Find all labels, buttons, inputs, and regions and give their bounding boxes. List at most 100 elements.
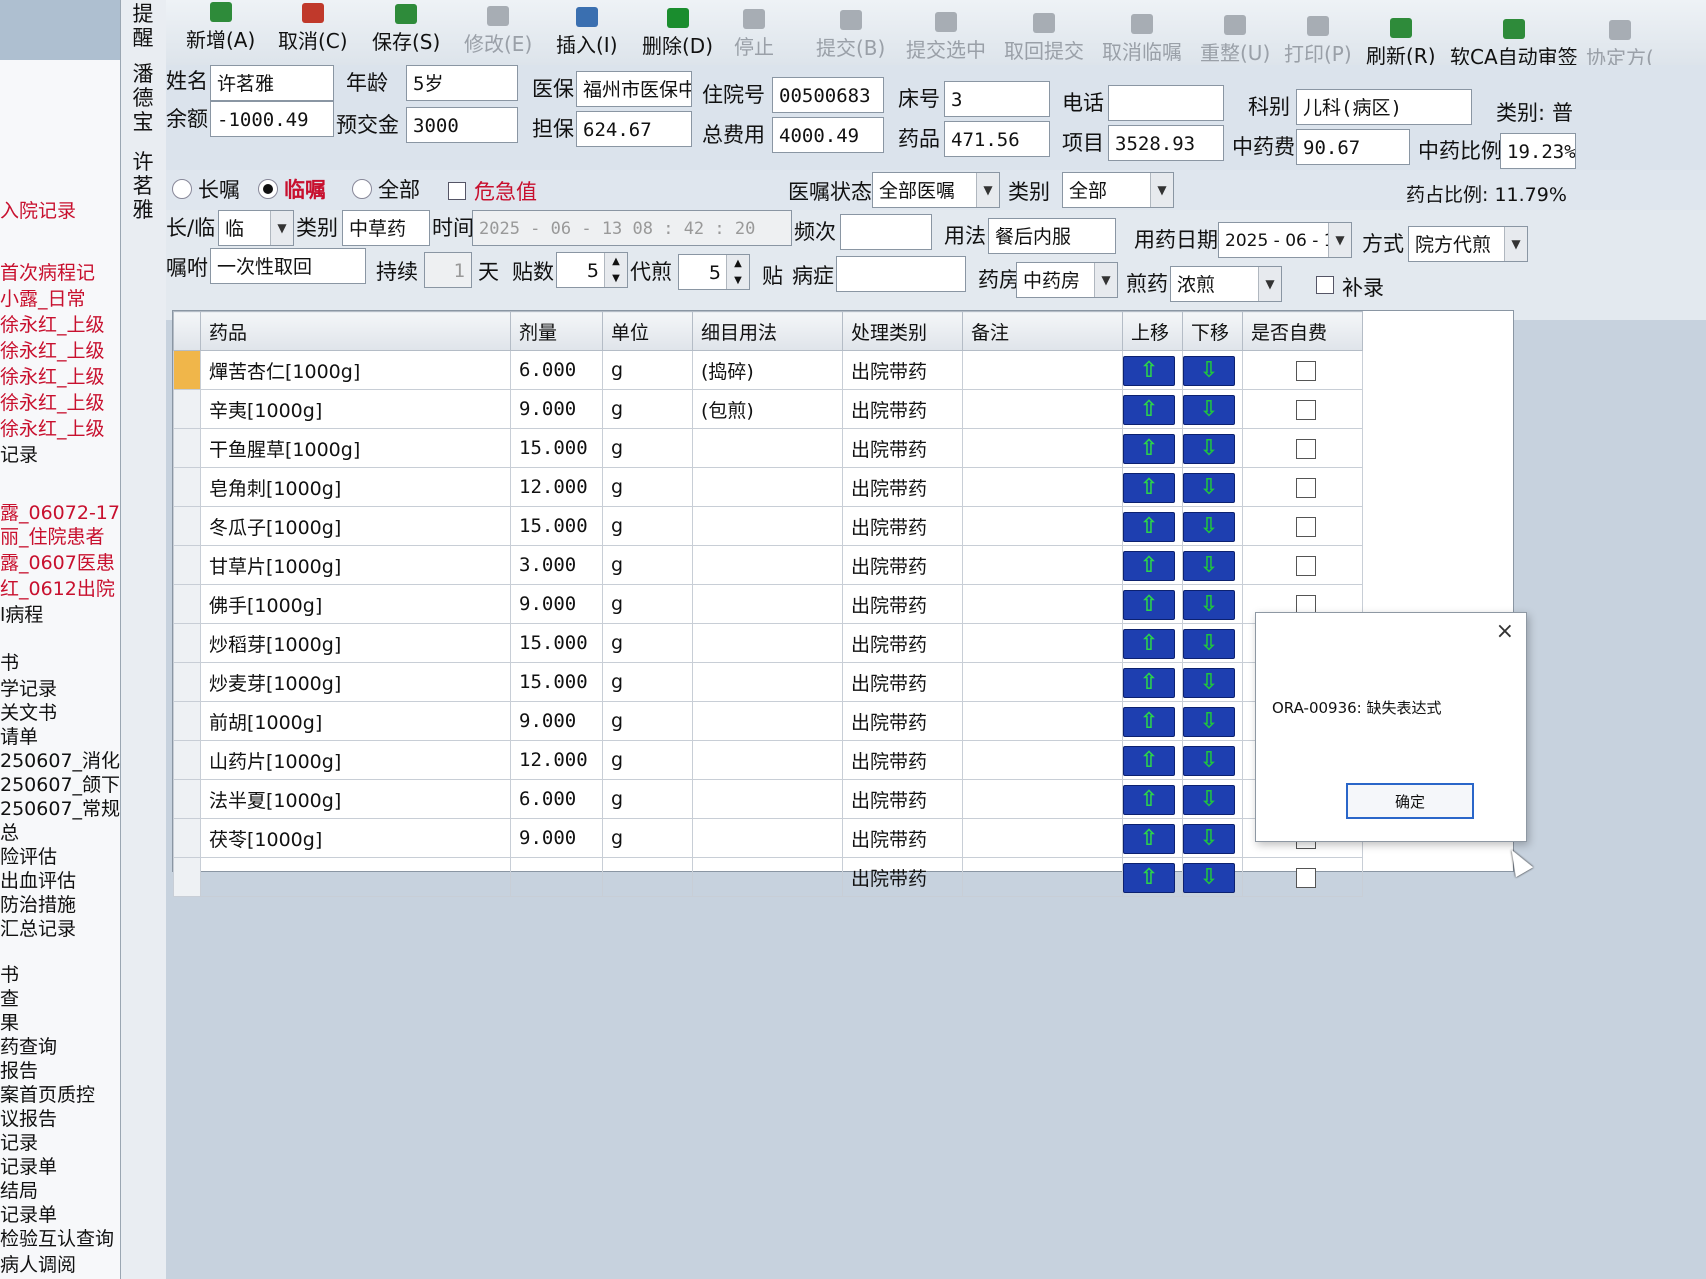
record-tree-item[interactable]: 药查询 (0, 1032, 57, 1059)
record-tree-item[interactable]: 露_06072-17 (0, 498, 120, 525)
cell-dose[interactable]: 3.000 (510, 545, 603, 585)
arrow-down-icon[interactable]: ⇩ (1183, 590, 1235, 620)
cell-dose[interactable]: 9.000 (510, 701, 603, 741)
self-pay-checkbox[interactable] (1296, 399, 1316, 420)
guarantee-field[interactable]: 624.67 (576, 111, 692, 147)
cell-unit[interactable]: g (602, 350, 693, 390)
cell-detail-usage[interactable] (692, 584, 843, 624)
record-tree-item[interactable]: 徐永红_上级 (0, 336, 105, 363)
toolbar-button[interactable]: 修改(E) (464, 5, 532, 62)
cell-drug[interactable]: 辛夷[1000g] (200, 389, 511, 429)
record-tree-item[interactable]: 查 (0, 984, 19, 1011)
toolbar-button[interactable]: 删除(D) (642, 8, 713, 64)
arrow-up-icon[interactable]: ⇧ (1123, 668, 1175, 698)
record-tree-item[interactable]: 结局 (0, 1176, 38, 1203)
category-filter-select[interactable]: 全部 ▼ (1062, 172, 1174, 208)
cell-drug[interactable]: 前胡[1000g] (200, 701, 511, 741)
name-field[interactable]: 许茗雅 (210, 65, 334, 101)
item-fee-field[interactable]: 3528.93 (1108, 125, 1224, 161)
arrow-down-icon[interactable]: ⇩ (1183, 395, 1235, 425)
cell-unit[interactable]: g (602, 740, 693, 780)
cell-dose[interactable]: 12.000 (510, 467, 603, 507)
table-row[interactable]: 法半夏[1000g] 6.000 g 出院带药 ⇧ ⇩ (173, 779, 1363, 819)
arrow-up-icon[interactable]: ⇧ (1123, 473, 1175, 503)
cell-unit[interactable]: g (602, 506, 693, 546)
record-tree-item[interactable]: 果 (0, 1008, 19, 1035)
arrow-up-icon[interactable]: ⇧ (1123, 824, 1175, 854)
cell-remark[interactable] (962, 545, 1123, 585)
self-pay-checkbox[interactable] (1296, 477, 1316, 498)
cell-remark[interactable] (962, 662, 1123, 702)
self-pay-checkbox[interactable] (1296, 867, 1316, 888)
cell-detail-usage[interactable] (692, 857, 843, 897)
frequency-field[interactable] (840, 214, 932, 250)
cell-drug[interactable]: 茯苓[1000g] (200, 818, 511, 858)
arrow-down-icon[interactable]: ⇩ (1183, 707, 1235, 737)
toolbar-button[interactable]: 取消临嘱 (1102, 14, 1182, 70)
cell-process-type[interactable]: 出院带药 (842, 818, 963, 858)
arrow-up-icon[interactable]: ⇧ (1123, 590, 1175, 620)
chevron-down-icon[interactable]: ▼ (1094, 263, 1117, 297)
record-tree-item[interactable]: 请单 (0, 722, 38, 749)
cell-process-type[interactable]: 出院带药 (842, 350, 963, 390)
arrow-up-icon[interactable]: ⇧ (1123, 629, 1175, 659)
cell-process-type[interactable]: 出院带药 (842, 857, 963, 897)
table-row[interactable]: 山药片[1000g] 12.000 g 出院带药 ⇧ ⇩ (173, 740, 1363, 780)
usage-field[interactable]: 餐后内服 (988, 218, 1116, 254)
drugtype-field[interactable]: 中草药 (342, 210, 430, 246)
decoct-spinner[interactable]: 5 ▲ ▼ (678, 254, 750, 290)
tab-patient-pan[interactable]: 潘德宝 (129, 62, 157, 134)
arrow-up-icon[interactable]: ⇧ (1123, 395, 1175, 425)
spinner-arrows-icon[interactable]: ▲ ▼ (604, 253, 627, 287)
cell-unit[interactable]: g (602, 428, 693, 468)
arrow-up-icon[interactable]: ⇧ (1123, 356, 1175, 386)
self-pay-checkbox[interactable] (1296, 438, 1316, 459)
arrow-up-icon[interactable]: ⇧ (1123, 707, 1175, 737)
col-self-pay[interactable]: 是否自费 (1242, 311, 1363, 351)
record-tree-item[interactable]: 关文书 (0, 698, 57, 725)
cell-remark[interactable] (962, 428, 1123, 468)
cell-unit[interactable]: g (602, 467, 693, 507)
supplement-checkbox[interactable] (1316, 276, 1334, 294)
table-row[interactable]: 甘草片[1000g] 3.000 g 出院带药 ⇧ ⇩ (173, 545, 1363, 585)
record-tree-item[interactable]: 学记录 (0, 674, 57, 701)
chevron-down-icon[interactable]: ▼ (976, 173, 999, 207)
cell-detail-usage[interactable] (692, 623, 843, 663)
record-tree-item[interactable]: 记录单 (0, 1152, 57, 1179)
cell-drug[interactable]: 燀苦杏仁[1000g] (200, 350, 511, 390)
record-tree-item[interactable]: 记录 (0, 440, 38, 467)
cell-process-type[interactable]: 出院带药 (842, 623, 963, 663)
cell-detail-usage[interactable] (692, 467, 843, 507)
cell-dose[interactable]: 12.000 (510, 740, 603, 780)
cell-detail-usage[interactable] (692, 428, 843, 468)
longtemp-select[interactable]: 临 ▼ (218, 210, 294, 246)
chevron-down-icon[interactable]: ▼ (270, 211, 293, 245)
cell-dose[interactable]: 15.000 (510, 662, 603, 702)
cell-remark[interactable] (962, 701, 1123, 741)
cell-dose[interactable]: 9.000 (510, 584, 603, 624)
cell-remark[interactable] (962, 467, 1123, 507)
cell-process-type[interactable]: 出院带药 (842, 506, 963, 546)
radio-long[interactable] (172, 179, 192, 199)
order-status-select[interactable]: 全部医嘱 ▼ (872, 172, 1000, 208)
instruction-field[interactable]: 一次性取回 (210, 248, 366, 284)
drug-fee-field[interactable]: 471.56 (944, 121, 1050, 157)
toolbar-button[interactable]: 停止 (734, 9, 774, 65)
record-tree-item[interactable]: 记录 (0, 1128, 38, 1155)
tcm-fee-field[interactable]: 90.67 (1296, 129, 1410, 165)
record-tree-item[interactable]: 检验互认查询 (0, 1224, 114, 1251)
toolbar-button[interactable]: 保存(S) (372, 4, 440, 60)
bed-field[interactable]: 3 (944, 81, 1050, 117)
arrow-down-icon[interactable]: ⇩ (1183, 785, 1235, 815)
arrow-up-icon[interactable]: ⇧ (1123, 746, 1175, 776)
cell-unit[interactable]: g (602, 701, 693, 741)
cell-unit[interactable] (602, 857, 693, 897)
dept-field[interactable]: 儿科(病区) (1296, 89, 1472, 125)
arrow-down-icon[interactable]: ⇩ (1183, 668, 1235, 698)
cell-process-type[interactable]: 出院带药 (842, 662, 963, 702)
cell-dose[interactable]: 6.000 (510, 779, 603, 819)
chevron-down-icon[interactable]: ▼ (1258, 267, 1281, 301)
toolbar-button[interactable]: 取回提交 (1004, 12, 1084, 69)
chevron-down-icon[interactable]: ▼ (1504, 227, 1527, 261)
total-fee-field[interactable]: 4000.49 (772, 117, 884, 153)
